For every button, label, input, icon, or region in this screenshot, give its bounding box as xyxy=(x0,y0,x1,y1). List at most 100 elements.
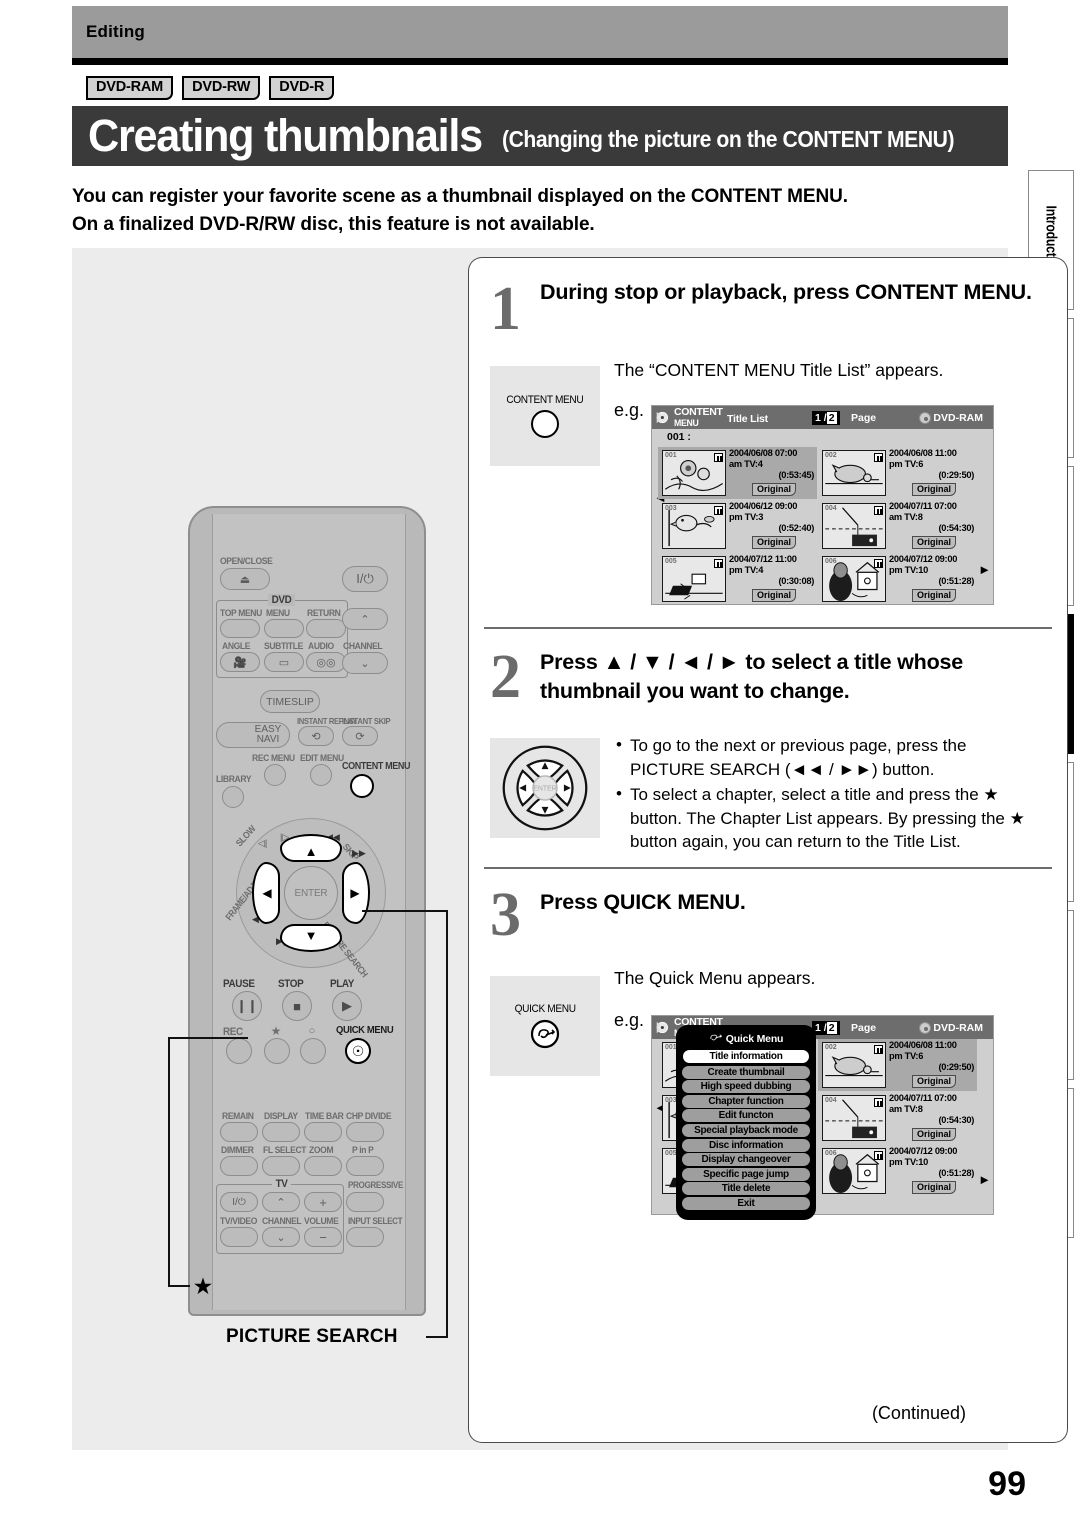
menu-item-chapter-function[interactable]: Chapter function xyxy=(682,1094,810,1108)
instant-replay-button[interactable] xyxy=(298,726,334,746)
title-metadata: 2004/06/08 07:00am TV:4 (0:53:45) xyxy=(729,448,814,481)
title-list-item[interactable]: 006 2004/07/12 09:00 pm TV:10 (0:51:28) Orig… xyxy=(818,1145,977,1197)
return-button[interactable] xyxy=(306,619,346,638)
stop-button[interactable] xyxy=(282,991,312,1021)
dpad-up-button[interactable] xyxy=(280,834,342,862)
step-2-number: 2 xyxy=(490,643,521,711)
timeslip-button[interactable] xyxy=(260,690,320,713)
tv-page-indicator: 1 /2 xyxy=(812,1021,840,1035)
dpad-keycap-icon: ENTER xyxy=(502,745,588,831)
title-list-item[interactable]: 001 2004/06/08 07:00am TV:4 (0:53:45) Origi… xyxy=(658,447,817,499)
tv-power-button[interactable] xyxy=(220,1192,258,1212)
title-duration: (0:29:50) xyxy=(938,470,974,480)
library-button[interactable] xyxy=(222,786,244,808)
channel-down-button[interactable] xyxy=(342,652,388,674)
menu-item-display-changeover[interactable]: Display changeover xyxy=(682,1153,810,1167)
tv-channel-down-button[interactable] xyxy=(262,1227,300,1247)
dimmer-button[interactable] xyxy=(220,1156,258,1176)
title-thumbnail[interactable]: 004 xyxy=(822,1095,886,1141)
title-thumbnail[interactable]: 003 xyxy=(662,503,726,549)
menu-button[interactable] xyxy=(264,619,304,638)
star-callout-label: ★ xyxy=(194,1276,213,1298)
title-list-item[interactable]: 004 2004/07/11 07:00 am TV:8 (0:54:30) Origi… xyxy=(818,1092,977,1144)
title-list-item[interactable]: 002 2004/06/08 11:00 pm TV:6 (0:29:50) Origi… xyxy=(818,1039,977,1091)
title-thumbnail[interactable]: 006 xyxy=(822,1148,886,1194)
title-thumbnail[interactable]: 001 xyxy=(662,450,726,496)
title-date: 2004/07/12 09:00 xyxy=(889,554,958,564)
circle-button[interactable] xyxy=(300,1038,326,1064)
step-3-heading: Press QUICK MENU. xyxy=(540,890,746,914)
manual-page: Editing DVD-RAM DVD-RW DVD-R Creating th… xyxy=(0,0,1080,1526)
p-in-p-button[interactable] xyxy=(346,1156,384,1176)
audio-label: AUDIO xyxy=(308,641,334,652)
title-list-item[interactable]: 003 2004/06/12 09:00pm TV:3 (0:52:40) Origi… xyxy=(658,500,817,552)
header-rule xyxy=(72,58,1008,65)
remain-button[interactable] xyxy=(220,1122,258,1142)
audio-button[interactable] xyxy=(306,652,346,672)
title-thumbnail[interactable]: 005 xyxy=(662,556,726,602)
title-thumbnail[interactable]: 006 xyxy=(822,556,886,602)
title-thumbnail[interactable]: 002 xyxy=(822,450,886,496)
menu-item-high-speed-dubbing[interactable]: High speed dubbing xyxy=(682,1080,810,1094)
title-channel: TV:3 xyxy=(744,512,764,522)
menu-item-create-thumbnail[interactable]: Create thumbnail xyxy=(682,1065,810,1079)
tv-channel-up-button[interactable] xyxy=(262,1192,300,1212)
channel-up-button[interactable] xyxy=(342,608,388,630)
title-list-item[interactable]: 004 2004/07/11 07:00 am TV:8 (0:54:30) Origi… xyxy=(818,500,977,552)
fl-select-button[interactable] xyxy=(262,1156,300,1176)
title-ampm: pm xyxy=(889,565,903,575)
volume-down-button[interactable] xyxy=(304,1227,342,1247)
page-title-band: Creating thumbnails (Changing the pictur… xyxy=(72,106,1008,166)
page-next-arrow[interactable]: ► xyxy=(978,1172,991,1187)
title-list-item[interactable]: 005 2004/07/12 11:00pm TV:4 (0:30:08) Origi… xyxy=(658,553,817,605)
edit-menu-button[interactable] xyxy=(310,764,332,786)
chp-divide-button[interactable] xyxy=(346,1122,384,1142)
step-1-eg-label: e.g. xyxy=(614,400,645,420)
rec-button[interactable] xyxy=(226,1038,252,1064)
angle-button[interactable] xyxy=(220,652,260,672)
display-button[interactable] xyxy=(262,1122,300,1142)
title-duration: (0:29:50) xyxy=(938,1062,974,1072)
title-list-item[interactable]: 006 2004/07/12 09:00 pm TV:10 (0:51:28) Orig… xyxy=(818,553,977,605)
play-button[interactable] xyxy=(332,991,362,1021)
content-menu-button[interactable] xyxy=(350,774,374,798)
dpad-left-button[interactable] xyxy=(252,862,280,924)
quick-menu-button[interactable] xyxy=(345,1038,371,1064)
dpad-down-button[interactable] xyxy=(280,924,342,952)
input-select-button[interactable] xyxy=(346,1227,384,1247)
disc-badge-dvd-ram: DVD-RAM xyxy=(86,76,174,101)
title-thumbnail[interactable]: 004 xyxy=(822,503,886,549)
menu-item-special-playback-mode[interactable]: Special playback mode xyxy=(682,1123,810,1137)
menu-item-disc-information[interactable]: Disc information xyxy=(682,1138,810,1152)
title-list-item[interactable]: 002 2004/06/08 11:00 pm TV:6 (0:29:50) Origi… xyxy=(818,447,977,499)
pause-button[interactable] xyxy=(232,991,262,1021)
easy-navi-button[interactable] xyxy=(216,722,290,748)
menu-item-specific-page-jump[interactable]: Specific page jump xyxy=(682,1167,810,1181)
title-thumbnail[interactable]: 002 xyxy=(822,1042,886,1088)
subtitle-button[interactable] xyxy=(264,652,304,672)
volume-up-button[interactable] xyxy=(304,1192,342,1212)
title-ampm: pm xyxy=(889,459,903,469)
menu-item-title-information[interactable]: Title information xyxy=(682,1049,810,1064)
intro-paragraph: You can register your favorite scene as … xyxy=(72,183,972,239)
play-label: PLAY xyxy=(330,978,355,990)
power-button[interactable] xyxy=(342,566,388,592)
tv-video-button[interactable] xyxy=(220,1227,258,1247)
menu-item-title-delete[interactable]: Title delete xyxy=(682,1182,810,1196)
enter-button[interactable]: ENTER xyxy=(284,866,338,920)
time-bar-button[interactable] xyxy=(304,1122,342,1142)
menu-item-exit[interactable]: Exit xyxy=(682,1196,810,1210)
dpad-right-button[interactable] xyxy=(342,862,370,924)
open-close-button[interactable] xyxy=(220,568,270,590)
menu-item-edit-functon[interactable]: Edit functon xyxy=(682,1109,810,1123)
page-next-arrow[interactable]: ► xyxy=(978,562,991,577)
top-menu-button[interactable] xyxy=(220,619,260,638)
zoom-button[interactable] xyxy=(304,1156,342,1176)
rec-menu-button[interactable] xyxy=(264,764,286,786)
disc-icon xyxy=(919,1022,931,1034)
picture-search-callout-line-v xyxy=(446,910,448,1338)
time-bar-label: TIME BAR xyxy=(305,1111,344,1122)
progressive-button[interactable] xyxy=(346,1192,384,1212)
instant-skip-button[interactable] xyxy=(342,726,378,746)
star-button[interactable] xyxy=(264,1038,290,1064)
